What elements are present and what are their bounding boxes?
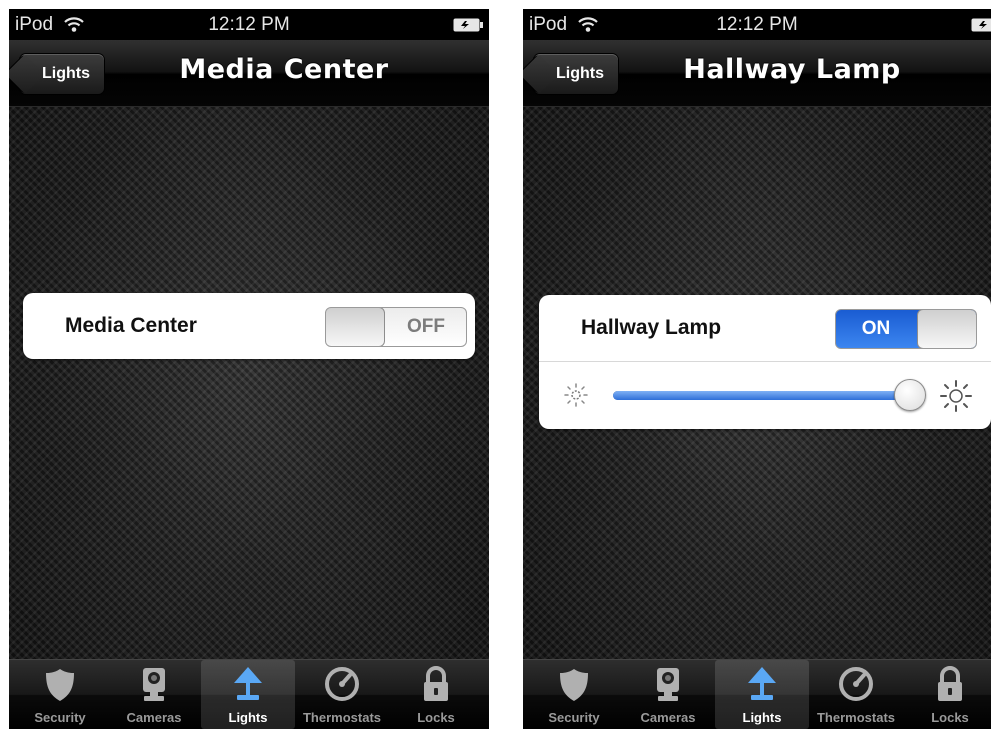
back-arrow-shape (523, 54, 559, 94)
tab-label: Locks (417, 710, 455, 725)
brightness-row (539, 362, 991, 428)
status-time: 12:12 PM (716, 14, 798, 35)
device-name: Hallway Lamp (581, 316, 722, 339)
shield-icon (560, 669, 588, 701)
tab-thermostats[interactable]: Thermostats (809, 660, 903, 729)
tab-label: Locks (931, 710, 969, 725)
tab-cameras[interactable]: Cameras (107, 660, 201, 729)
tab-locks[interactable]: Locks (903, 660, 991, 729)
hallway-lamp-screen: iPod 12:12 PM Lights Hallway Lamp Hallwa… (523, 9, 991, 729)
bright-sun-icon (940, 380, 972, 412)
back-button[interactable]: Lights (9, 54, 104, 94)
tab-locks[interactable]: Locks (389, 660, 483, 729)
padlock-icon (424, 666, 448, 701)
brightness-slider-thumb[interactable] (894, 379, 926, 411)
tab-lights[interactable]: Lights (201, 660, 295, 729)
device-card: Hallway Lamp ON (539, 295, 991, 429)
tab-security[interactable]: Security (13, 660, 107, 729)
navigation-bar: Lights Media Center (9, 40, 489, 107)
switch-state-label: OFF (407, 316, 445, 337)
battery-icon (971, 18, 991, 32)
navigation-bar: Lights Hallway Lamp (523, 40, 991, 107)
power-switch[interactable]: ON (835, 309, 977, 349)
tab-label: Lights (742, 710, 782, 725)
device-name: Media Center (65, 314, 197, 337)
back-arrow-shape (9, 54, 45, 94)
tab-label: Security (548, 710, 600, 725)
switch-state-label: ON (861, 318, 891, 339)
switch-knob (917, 310, 976, 348)
brightness-slider[interactable] (613, 379, 926, 411)
brightness-fill (613, 391, 909, 400)
lamp-icon (748, 667, 776, 700)
back-button[interactable]: Lights (523, 54, 618, 94)
tab-thermostats[interactable]: Thermostats (295, 660, 389, 729)
tab-label: Lights (228, 710, 268, 725)
tab-bar: Security Cameras Lights Thermostats Lock… (9, 659, 489, 729)
gauge-icon (839, 667, 873, 701)
tab-bar: Security Cameras Lights Thermostats Lock… (523, 659, 991, 729)
device-row: Hallway Lamp ON (539, 295, 991, 361)
tab-security[interactable]: Security (527, 660, 621, 729)
tab-label: Thermostats (302, 710, 382, 725)
back-button-label: Lights (42, 65, 90, 82)
tab-label: Cameras (126, 710, 182, 725)
tab-lights[interactable]: Lights (715, 660, 809, 729)
dim-sun-icon (564, 383, 588, 407)
camera-icon (657, 668, 679, 701)
tab-label: Security (34, 710, 86, 725)
device-row: Media Center OFF (23, 293, 475, 359)
shield-icon (46, 669, 74, 701)
status-bar: iPod 12:12 PM (523, 9, 991, 40)
status-time: 12:12 PM (208, 14, 290, 35)
battery-icon (453, 18, 483, 32)
page-title: Media Center (179, 54, 389, 85)
padlock-icon (938, 666, 962, 701)
media-center-screen: iPod 12:12 PM Lights Media Center Media … (9, 9, 489, 729)
tab-label: Thermostats (816, 710, 896, 725)
camera-icon (143, 668, 165, 701)
gauge-icon (325, 667, 359, 701)
page-title: Hallway Lamp (683, 54, 901, 85)
power-switch[interactable]: OFF (325, 307, 467, 347)
tab-cameras[interactable]: Cameras (621, 660, 715, 729)
switch-knob (326, 308, 385, 346)
back-button-label: Lights (556, 65, 604, 82)
status-bar: iPod 12:12 PM (9, 9, 489, 40)
device-card: Media Center OFF (23, 293, 475, 359)
tab-label: Cameras (640, 710, 696, 725)
lamp-icon (234, 667, 262, 700)
